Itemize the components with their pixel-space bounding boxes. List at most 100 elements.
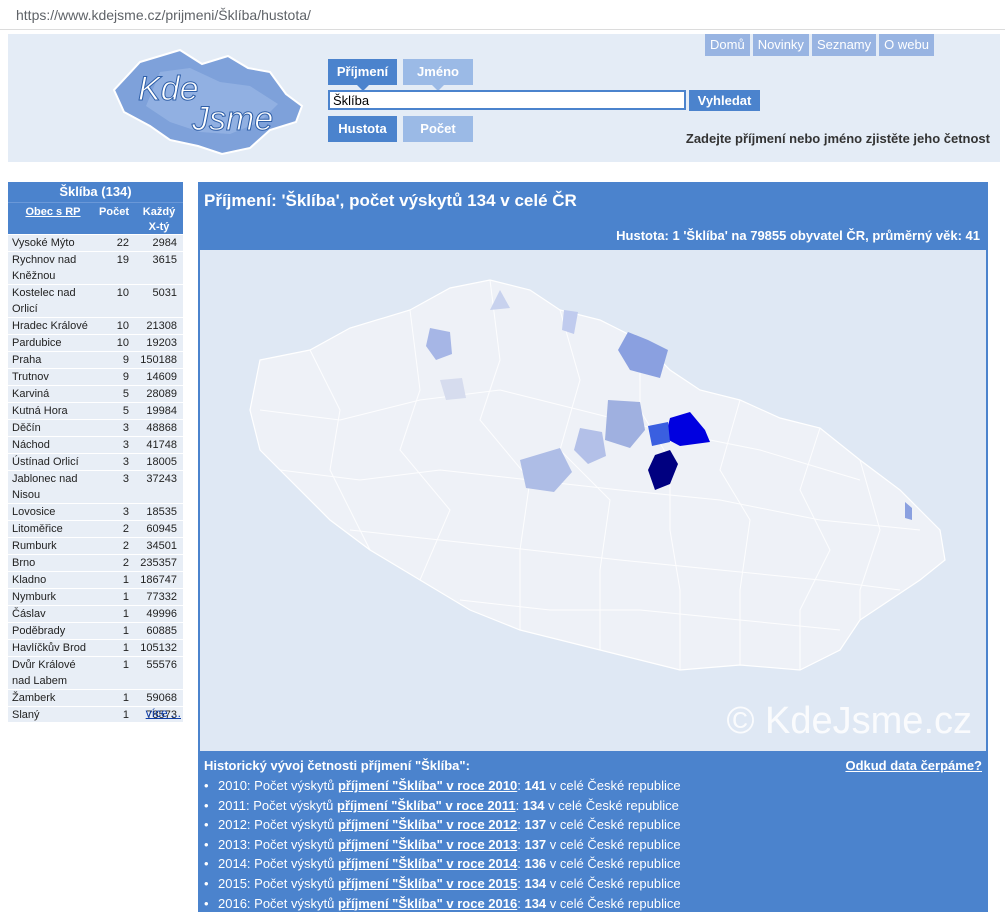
table-title: Šklíba (134) (8, 182, 183, 202)
tab-density[interactable]: Hustota (328, 116, 397, 142)
cell-every: 37243 (146, 473, 177, 485)
history-suffix: v celé České republice (549, 836, 681, 852)
history-year-link[interactable]: příjmení "Šklíba" v roce 2012 (338, 817, 517, 832)
bullet-icon: • (204, 778, 209, 793)
site-header: Kde Jsme Domů Novinky Seznamy O webu Pří… (8, 34, 1000, 162)
browser-address-bar[interactable]: https://www.kdejsme.cz/prijmeni/Šklíba/h… (0, 0, 1005, 30)
cell-municipality: Nymburk (12, 591, 57, 603)
cell-count: 2 (122, 557, 129, 569)
history-year: 2014 (218, 856, 247, 872)
cell-count: 10 (116, 320, 129, 332)
history-item: • 2012: Počet výskytů příjmení "Šklíba" v… (204, 815, 681, 835)
history-count: 137 (524, 817, 547, 833)
cell-municipality: Pardubice (12, 337, 62, 349)
table-row: Karviná 5 28089 (8, 385, 183, 402)
more-link[interactable]: více ... (146, 706, 181, 720)
tab-count[interactable]: Počet (403, 116, 473, 142)
cell-every: 60945 (146, 523, 177, 535)
history-count: 134 (524, 895, 547, 911)
tab-name[interactable]: Jméno (403, 59, 473, 91)
cell-municipality: Karviná (12, 388, 50, 400)
history-count: 137 (524, 836, 547, 852)
search-button[interactable]: Vyhledat (689, 90, 760, 111)
cell-count: 19 (116, 254, 129, 266)
data-source-link[interactable]: Odkud data čerpáme? (845, 758, 982, 773)
cell-count: 1 (122, 625, 129, 637)
cell-municipality: Čáslav (12, 608, 46, 620)
bullet-icon: • (204, 836, 209, 852)
table-row: Brno 2 235357 (8, 554, 183, 571)
cell-municipality: Žamberk (12, 692, 56, 704)
nav-home[interactable]: Domů (705, 34, 750, 56)
nav-about[interactable]: O webu (879, 34, 934, 56)
nav-lists[interactable]: Seznamy (811, 34, 877, 56)
cell-count: 2 (122, 540, 129, 552)
history-year-link[interactable]: příjmení "Šklíba" v roce 2016 (338, 896, 517, 911)
table-row: Havlíčkův Brod 1 105132 (8, 639, 183, 656)
density-info: Hustota: 1 'Šklíba' na 79855 obyvatel ČR… (616, 228, 980, 243)
history-prefix: Počet výskytů (254, 836, 335, 852)
cell-municipality: Poděbrady (12, 625, 66, 637)
table-row: Rumburk 2 34501 (8, 537, 183, 554)
cell-count: 10 (116, 287, 129, 299)
site-logo[interactable]: Kde Jsme (110, 42, 310, 158)
cell-municipality: Kladno (12, 574, 47, 586)
history-suffix: v celé České republice (549, 895, 681, 911)
history-year-link[interactable]: příjmení "Šklíba" v roce 2015 (338, 876, 517, 891)
top-nav: Domů Novinky Seznamy O webu (705, 34, 937, 56)
district-table: Šklíba (134) Obec s RP Počet Každý X-tý … (8, 182, 183, 722)
cell-count: 1 (122, 709, 129, 721)
bullet-icon: • (204, 895, 209, 911)
cell-every: 60885 (146, 625, 177, 637)
history-item: • 2013: Počet výskytů příjmení "Šklíba" v… (204, 835, 681, 855)
table-row: Poděbrady 1 60885 (8, 622, 183, 639)
history-year-link[interactable]: příjmení "Šklíba" v roce 2014 (338, 856, 517, 871)
bullet-icon: • (204, 817, 209, 833)
table-row: Ústínad Orlicí 3 18005 (8, 453, 183, 470)
history-count: 136 (524, 856, 547, 872)
history-item: • 2014: Počet výskytů příjmení "Šklíba" v… (204, 854, 681, 874)
history-count: 134 (522, 797, 545, 813)
history-prefix: Počet výskytů (254, 817, 335, 833)
col-header-municipality[interactable]: Obec s RP (8, 203, 94, 234)
history-item: • 2016: Počet výskytů příjmení "Šklíba" v… (204, 894, 681, 914)
table-row: Čáslav 1 49996 (8, 605, 183, 622)
cell-every: 186747 (140, 574, 177, 586)
col-header-every-1: Každý (142, 206, 176, 218)
history-prefix: Počet výskytů (254, 856, 335, 872)
table-header: Obec s RP Počet Každý X-tý (8, 202, 183, 234)
history-year-link[interactable]: příjmení "Šklíba" v roce 2013 (338, 837, 517, 852)
history-prefix: Počet výskytů (253, 797, 334, 813)
main-panel: Příjmení: 'Šklíba', počet výskytů 134 v … (198, 182, 988, 912)
cell-every: 28089 (146, 388, 177, 400)
cell-municipality: Litoměřice (12, 523, 63, 535)
history-prefix: Počet výskytů (254, 875, 335, 891)
cell-every: 34501 (146, 540, 177, 552)
col-header-every-2: X-tý (148, 221, 170, 233)
col-header-count: Počet (99, 206, 129, 218)
cell-every: 2984 (152, 237, 177, 249)
cell-every: 18005 (146, 456, 177, 468)
history-year-link[interactable]: příjmení "Šklíba" v roce 2011 (337, 798, 516, 813)
table-row: Jablonec nad Nisou 3 37243 (8, 470, 183, 503)
nav-news[interactable]: Novinky (752, 34, 809, 56)
history-item: • 2010: Počet výskytů příjmení "Šklíba" v… (204, 776, 681, 796)
cell-every: 19203 (146, 337, 177, 349)
table-row: Žamberk 1 59068 (8, 689, 183, 706)
cell-count: 1 (122, 659, 129, 671)
cell-every: 77332 (146, 591, 177, 603)
density-map[interactable]: © KdeJsme.cz (200, 250, 986, 751)
cell-count: 9 (122, 354, 129, 366)
history-suffix: v celé České republice (549, 875, 681, 891)
search-input[interactable] (328, 90, 686, 110)
cell-every: 235357 (140, 557, 177, 569)
cell-municipality: Náchod (12, 439, 50, 451)
cell-count: 1 (122, 608, 129, 620)
tab-surname[interactable]: Příjmení (328, 59, 397, 91)
history-year: 2010 (218, 778, 247, 793)
cell-count: 1 (122, 642, 129, 654)
cell-municipality: Jablonec nad Nisou (12, 473, 78, 501)
history-year-link[interactable]: příjmení "Šklíba" v roce 2010 (338, 778, 517, 793)
history-year: 2012 (218, 817, 247, 833)
cell-count: 5 (122, 405, 129, 417)
